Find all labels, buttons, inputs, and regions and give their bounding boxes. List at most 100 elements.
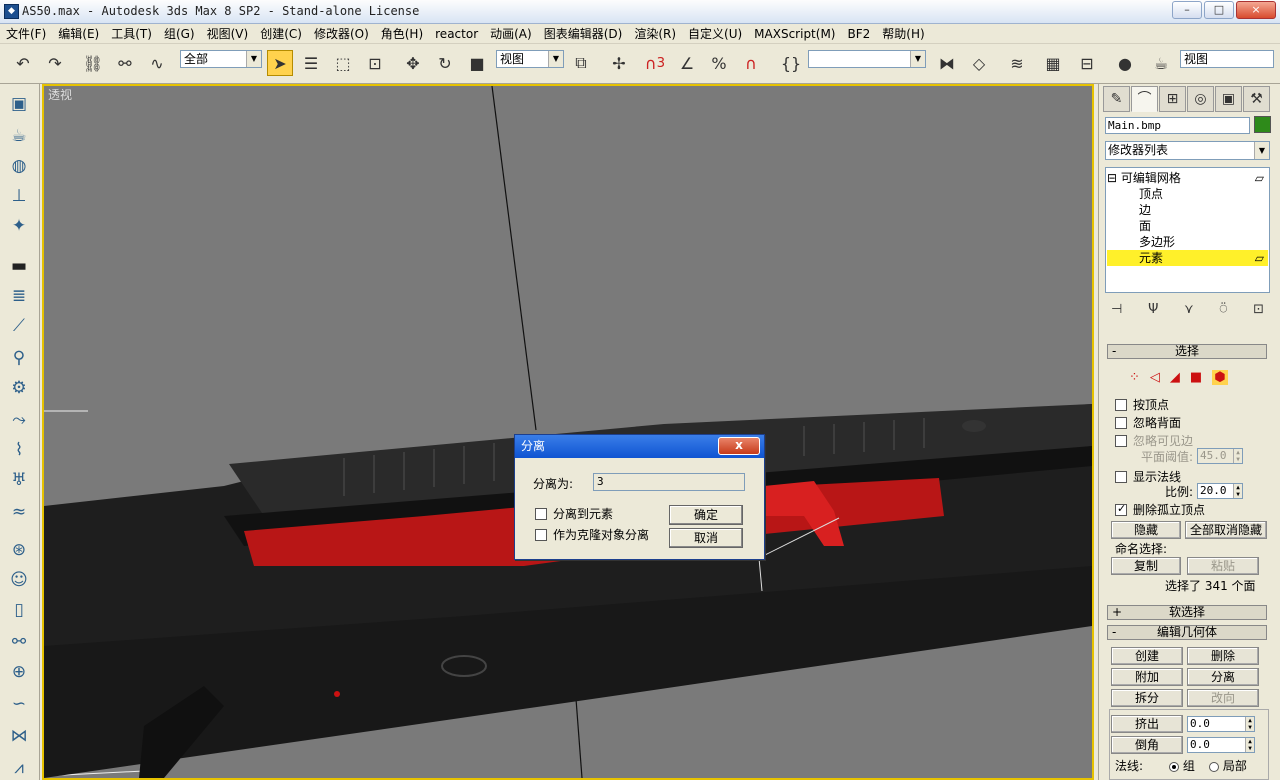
character-icon[interactable]: ☺	[7, 568, 31, 592]
menu-bf2[interactable]: BF2	[841, 24, 876, 44]
face-mode-icon[interactable]: ◢	[1170, 370, 1180, 385]
configure-sets-icon[interactable]: ⊡	[1253, 298, 1264, 322]
delete-isolated-vertices-checkbox[interactable]: 删除孤立顶点	[1115, 501, 1205, 518]
maximize-button[interactable]: □	[1204, 1, 1234, 19]
checkbox-box[interactable]	[535, 507, 547, 520]
render-scene-icon[interactable]: ☕	[1148, 50, 1174, 76]
extrude-button[interactable]: 挤出	[1111, 715, 1183, 733]
percent-snap-icon[interactable]: %	[706, 50, 732, 76]
select-and-link-icon[interactable]: ⛓	[80, 50, 106, 76]
checkbox-box[interactable]	[535, 528, 547, 541]
selection-rollout-header[interactable]: - 选择	[1107, 344, 1267, 359]
gear-icon[interactable]: ⚙	[7, 376, 31, 400]
show-end-result-icon[interactable]: Ψ	[1148, 298, 1158, 322]
menu-maxscript[interactable]: MAXScript(M)	[748, 24, 841, 44]
ignore-backfacing-checkbox[interactable]: 忽略背面	[1115, 414, 1181, 431]
attach-button[interactable]: 附加	[1111, 668, 1183, 686]
select-by-name-icon[interactable]: ☰	[298, 50, 324, 76]
menu-customize[interactable]: 自定义(U)	[682, 24, 748, 44]
select-and-move-icon[interactable]: ✥	[400, 50, 426, 76]
manipulate-icon[interactable]: ✢	[606, 50, 632, 76]
cancel-button[interactable]: 取消	[669, 528, 743, 548]
menu-rendering[interactable]: 渲染(R)	[628, 24, 682, 44]
reference-coordinate-dropdown[interactable]: 视图 ▼	[496, 50, 564, 68]
object-name-input[interactable]: Main.bmp	[1105, 117, 1250, 134]
menu-reactor[interactable]: reactor	[429, 24, 484, 44]
brush-icon[interactable]: ⚲	[7, 346, 31, 370]
layer-manager-icon[interactable]: ≋	[1004, 50, 1030, 76]
chamfer-spinner[interactable]: 0.0 ▲ ▼	[1187, 737, 1255, 753]
wave-icon[interactable]: ≈	[7, 500, 31, 524]
globe-icon[interactable]: ⊕	[7, 660, 31, 684]
box-icon[interactable]: ▣	[7, 92, 31, 116]
edit-geometry-rollout-header[interactable]: - 编辑几何体	[1107, 625, 1267, 640]
modifier-list-dropdown[interactable]: 修改器列表 ▼	[1105, 141, 1270, 160]
material-editor-icon[interactable]: ●	[1112, 50, 1138, 76]
menu-modifiers[interactable]: 修改器(O)	[308, 24, 375, 44]
taper-icon[interactable]: ⌇	[7, 438, 31, 462]
curve-editor-icon[interactable]: ▦	[1040, 50, 1066, 76]
render-view-dropdown[interactable]: 视图	[1180, 50, 1274, 68]
menu-tools[interactable]: 工具(T)	[105, 24, 158, 44]
detach-as-clone-checkbox[interactable]: 作为克隆对象分离	[535, 526, 649, 543]
spinner-snap-icon[interactable]: ∩	[738, 50, 764, 76]
normal-local-radio[interactable]: 局部	[1209, 757, 1247, 774]
menu-graph-editors[interactable]: 图表编辑器(D)	[538, 24, 629, 44]
unhide-all-button[interactable]: 全部取消隐藏	[1185, 521, 1267, 539]
perspective-viewport[interactable]: 透视	[42, 84, 1094, 780]
mirror-icon[interactable]: ⧓	[934, 50, 960, 76]
extrude-spinner[interactable]: 0.0 ▲ ▼	[1187, 716, 1255, 732]
turn-button[interactable]: 改向	[1187, 689, 1259, 707]
edit-named-selection-icon[interactable]: {}	[778, 50, 804, 76]
by-vertex-checkbox[interactable]: 按顶点	[1115, 396, 1169, 413]
stack-item-polygon[interactable]: 多边形	[1107, 234, 1268, 250]
pin-stack-icon[interactable]: ⊣	[1111, 298, 1122, 322]
hide-button[interactable]: 隐藏	[1111, 521, 1181, 539]
select-object-icon[interactable]: ➤	[267, 50, 293, 76]
paste-button[interactable]: 粘贴	[1187, 557, 1259, 575]
menu-group[interactable]: 组(G)	[158, 24, 201, 44]
detach-button[interactable]: 分离	[1187, 668, 1259, 686]
undo-icon[interactable]: ↶	[10, 50, 36, 76]
display-tab-icon[interactable]: ▣	[1215, 86, 1242, 112]
bind-space-warp-icon[interactable]: ∿	[144, 50, 170, 76]
normal-group-radio[interactable]: 组	[1169, 757, 1195, 774]
angle-snap-icon[interactable]: ∠	[674, 50, 700, 76]
hierarchy-icon[interactable]: ⊛	[7, 538, 31, 562]
modify-tab-icon[interactable]: ⌒	[1131, 86, 1158, 112]
panel-icon[interactable]: ▬	[7, 254, 31, 278]
schematic-view-icon[interactable]: ⊟	[1074, 50, 1100, 76]
object-color-swatch[interactable]	[1254, 116, 1271, 133]
stack-item-vertex[interactable]: 顶点	[1107, 186, 1268, 202]
vertex-mode-icon[interactable]: ⁘	[1129, 370, 1140, 385]
planar-thresh-spinner[interactable]: 45.0 ▲ ▼	[1197, 448, 1243, 464]
menu-edit[interactable]: 编辑(E)	[52, 24, 105, 44]
ok-button[interactable]: 确定	[669, 505, 743, 525]
menu-help[interactable]: 帮助(H)	[876, 24, 930, 44]
rectangular-selection-icon[interactable]: ⬚	[330, 50, 356, 76]
create-tab-icon[interactable]: ✎	[1103, 86, 1130, 112]
select-and-rotate-icon[interactable]: ↻	[432, 50, 458, 76]
spline-icon[interactable]: ∽	[7, 692, 31, 716]
stack-item-edge[interactable]: 边	[1107, 202, 1268, 218]
hierarchy-tab-icon[interactable]: ⊞	[1159, 86, 1186, 112]
edge-mode-icon[interactable]: ◁	[1150, 370, 1160, 385]
sphere-icon[interactable]: ◍	[7, 154, 31, 178]
unlink-icon[interactable]: ⚯	[112, 50, 138, 76]
menu-character[interactable]: 角色(H)	[375, 24, 429, 44]
light-icon[interactable]: ⊥	[7, 184, 31, 208]
detach-to-element-checkbox[interactable]: 分离到元素	[535, 505, 613, 522]
ignore-visible-edges-checkbox[interactable]: 忽略可见边	[1115, 432, 1193, 449]
biped-icon[interactable]: ▯	[7, 598, 31, 622]
star-icon[interactable]: ✦	[7, 214, 31, 238]
remove-modifier-icon[interactable]: ⍥	[1219, 298, 1227, 322]
mix-icon[interactable]: ⋈	[7, 724, 31, 748]
teapot-icon[interactable]: ☕	[7, 124, 31, 148]
pivot-center-icon[interactable]: ⧉	[568, 50, 594, 76]
stack-item-face[interactable]: 面	[1107, 218, 1268, 234]
utilities-tab-icon[interactable]: ⚒	[1243, 86, 1270, 112]
snap-toggle-icon[interactable]: ∩ 3	[642, 50, 668, 76]
chamfer-button[interactable]: 倒角	[1111, 736, 1183, 754]
copy-button[interactable]: 复制	[1111, 557, 1181, 575]
dialog-close-button[interactable]: x	[718, 437, 760, 455]
